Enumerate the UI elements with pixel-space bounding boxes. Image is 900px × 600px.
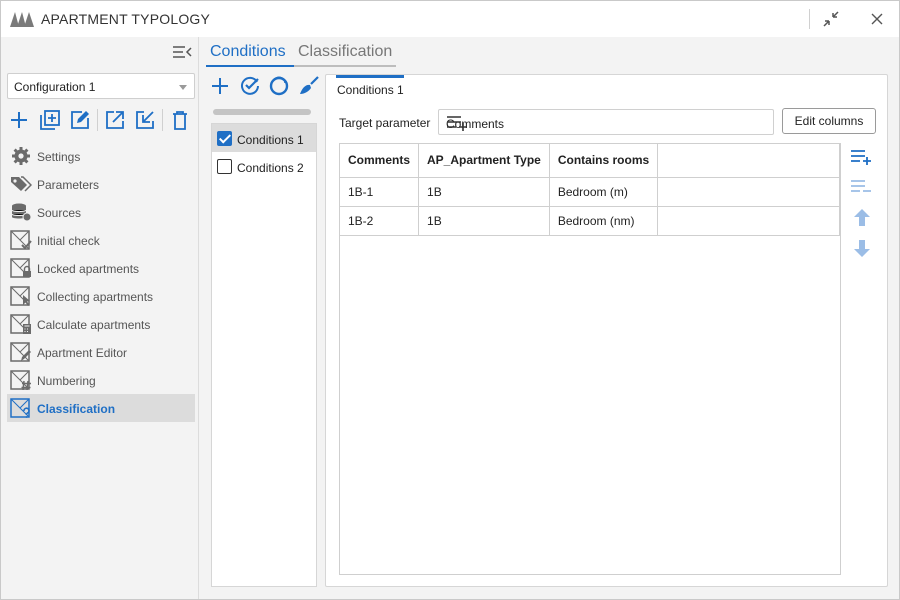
remove-row-icon[interactable] — [850, 177, 874, 199]
sidebar-item-initial-check[interactable]: Initial check — [7, 226, 195, 254]
configuration-value: Configuration 1 — [14, 80, 96, 94]
sidebar-item-label: Settings — [37, 150, 81, 164]
table-cell[interactable]: Bedroom (m) — [549, 177, 659, 207]
table-header-row: Comments AP_Apartment Type Contains room… — [340, 144, 840, 178]
sidebar-item-parameters[interactable]: Parameters — [7, 170, 195, 198]
gear-icon — [10, 146, 32, 166]
condition-label: Conditions 1 — [237, 133, 304, 147]
sidebar-item-apartment-editor[interactable]: Apartment Editor — [7, 338, 195, 366]
table-row[interactable]: 1B-1 1B Bedroom (m) — [340, 177, 840, 207]
sidebar-item-label: Collecting apartments — [37, 290, 154, 304]
lock-plan-icon — [10, 258, 32, 278]
table-row[interactable]: 1B-2 1B Bedroom (nm) — [340, 206, 840, 236]
add-icon[interactable] — [7, 108, 31, 132]
sidebar-item-label: Numbering — [37, 374, 96, 388]
left-panel: Configuration 1 Settings Parameters Sour… — [1, 37, 199, 599]
table-cell[interactable]: 1B-1 — [340, 177, 420, 207]
checkbox-checked[interactable] — [217, 131, 232, 146]
edit-columns-button[interactable]: Edit columns — [782, 108, 876, 134]
checkbox-unchecked[interactable] — [217, 159, 232, 174]
add-condition-icon[interactable] — [209, 75, 231, 97]
delete-icon[interactable] — [168, 108, 192, 132]
app-window: APARTMENT TYPOLOGY Configuration 1 Setti… — [0, 0, 900, 600]
table-cell[interactable]: 1B — [418, 177, 550, 207]
target-parameter-field[interactable]: Comments — [438, 109, 774, 135]
sidebar-item-settings[interactable]: Settings — [7, 142, 195, 170]
title-divider — [809, 9, 810, 29]
conditions-table: Comments AP_Apartment Type Contains room… — [339, 143, 841, 575]
app-logo-icon — [9, 10, 35, 31]
navigation-list: Settings Parameters Sources Initial chec… — [7, 142, 195, 422]
question-plan-icon — [10, 398, 32, 418]
sidebar-item-locked-apartments[interactable]: Locked apartments — [7, 254, 195, 282]
window-title: APARTMENT TYPOLOGY — [41, 11, 211, 27]
tags-icon — [10, 174, 33, 194]
move-up-icon[interactable] — [850, 207, 874, 229]
target-parameter-label: Target parameter — [339, 116, 431, 130]
condition-panel: Conditions 1 Target parameter Comments E… — [325, 74, 888, 587]
sidebar-item-label: Parameters — [37, 178, 100, 192]
table-cell[interactable] — [657, 177, 840, 207]
sidebar-item-calculate-apartments[interactable]: Calculate apartments — [7, 310, 195, 338]
sidebar-item-label: Apartment Editor — [37, 346, 128, 360]
check-all-icon[interactable] — [239, 75, 261, 97]
panel-tab-indicator — [336, 75, 404, 78]
collapse-panel-icon[interactable] — [171, 43, 193, 61]
column-header[interactable]: AP_Apartment Type — [418, 144, 550, 178]
conditions-list: Conditions 1 Conditions 2 — [211, 123, 317, 587]
table-cell[interactable]: 1B — [418, 206, 550, 236]
sidebar-item-label: Classification — [37, 402, 116, 416]
conditions-toolbar — [209, 75, 319, 99]
chevron-down-icon — [179, 85, 187, 90]
sidebar-item-label: Locked apartments — [37, 262, 140, 276]
toolbar-divider — [97, 109, 98, 131]
sidebar-item-collecting-apartments[interactable]: Collecting apartments — [7, 282, 195, 310]
sidebar-item-label: Calculate apartments — [37, 318, 151, 332]
check-plan-icon — [10, 230, 32, 250]
table-cell[interactable]: Bedroom (nm) — [549, 206, 659, 236]
sidebar-item-sources[interactable]: Sources — [7, 198, 195, 226]
duplicate-icon[interactable] — [38, 108, 62, 132]
column-header[interactable]: Contains rooms — [549, 144, 659, 178]
add-list-icon[interactable] — [446, 114, 468, 132]
sidebar-item-classification[interactable]: Classification — [7, 394, 195, 422]
cursor-plan-icon — [10, 286, 32, 306]
configuration-toolbar — [7, 107, 197, 133]
database-icon — [10, 202, 32, 222]
tab-classification[interactable]: Classification — [298, 43, 392, 61]
close-icon[interactable] — [867, 9, 887, 29]
calculator-plan-icon — [10, 314, 32, 334]
condition-label: Conditions 2 — [237, 161, 304, 175]
column-header[interactable] — [657, 144, 840, 178]
tab-divider — [294, 65, 396, 67]
import-icon[interactable] — [133, 108, 157, 132]
panel-title: Conditions 1 — [337, 83, 404, 97]
table-cell[interactable] — [657, 206, 840, 236]
hash-plan-icon — [10, 370, 32, 391]
list-item-condition-2[interactable]: Conditions 2 — [212, 152, 316, 180]
pencil-plan-icon — [10, 342, 32, 362]
sidebar-item-label: Sources — [37, 206, 82, 220]
table-cell[interactable]: 1B-2 — [340, 206, 420, 236]
column-header[interactable]: Comments — [340, 144, 420, 178]
export-icon[interactable] — [103, 108, 127, 132]
collapse-window-icon[interactable] — [821, 9, 841, 29]
horizontal-scrollbar[interactable] — [213, 109, 311, 115]
active-tab-indicator — [206, 65, 294, 67]
move-down-icon[interactable] — [850, 237, 874, 259]
tab-conditions[interactable]: Conditions — [210, 43, 286, 61]
clear-icon[interactable] — [298, 75, 320, 97]
sidebar-item-numbering[interactable]: Numbering — [7, 366, 195, 394]
edit-icon[interactable] — [68, 108, 92, 132]
sidebar-item-label: Initial check — [37, 234, 100, 248]
add-row-icon[interactable] — [850, 147, 874, 169]
title-bar: APARTMENT TYPOLOGY — [1, 1, 899, 37]
configuration-select[interactable]: Configuration 1 — [7, 73, 195, 99]
list-item-condition-1[interactable]: Conditions 1 — [212, 124, 316, 152]
toolbar-divider — [162, 109, 163, 131]
uncheck-all-icon[interactable] — [268, 75, 290, 97]
